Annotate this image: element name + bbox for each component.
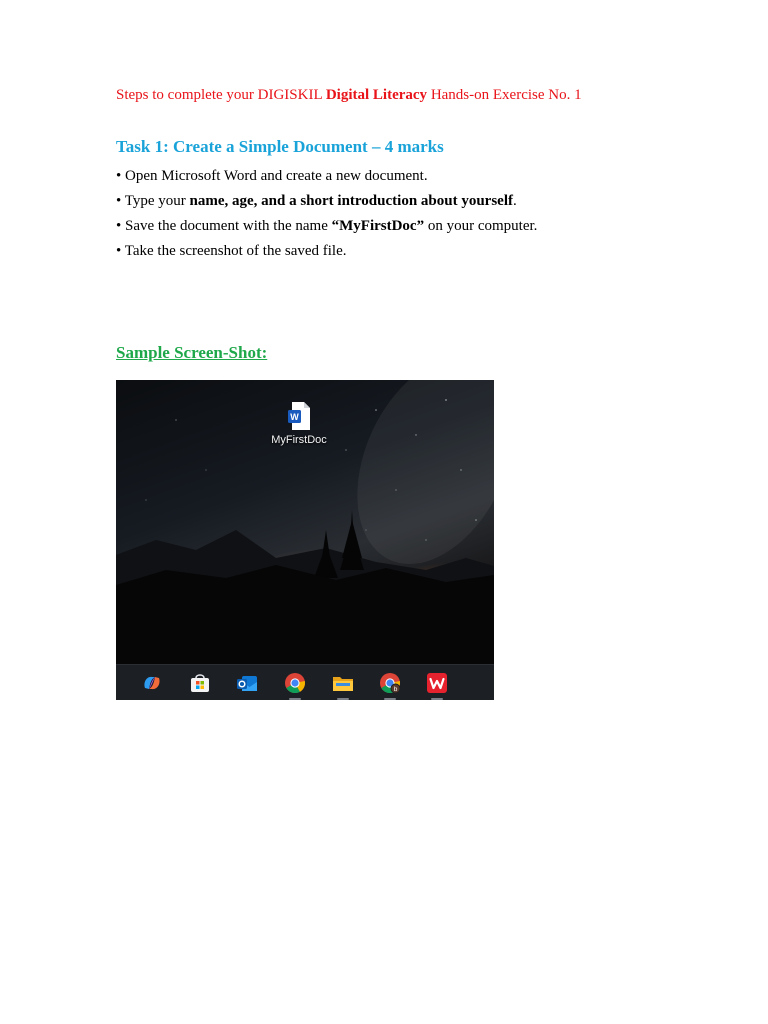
chrome-profile-running-indicator [384, 698, 396, 700]
copilot-icon[interactable] [141, 672, 163, 694]
chrome-running-indicator [289, 698, 301, 700]
task-title: Task 1: Create a Simple Document – 4 mar… [116, 137, 444, 156]
document-page: Steps to complete your DIGISKIL Digital … [0, 0, 768, 1024]
intro-bold: Digital Literacy [325, 87, 428, 103]
sample-title: Sample Screen-Shot: [116, 343, 268, 362]
bullet3-suffix: on your computer. [424, 218, 538, 234]
chrome-profile-icon[interactable]: b [379, 672, 401, 694]
profile-badge: b [394, 686, 398, 693]
taskbar: b [116, 664, 494, 700]
bullet3-prefix: • Save the document with the name [116, 218, 332, 234]
task-bullets: • Open Microsoft Word and create a new d… [116, 167, 537, 267]
bullet-save-document: • Save the document with the name “MyFir… [116, 217, 537, 242]
wps-running-indicator [431, 698, 443, 700]
bullet2-prefix: • Type your [116, 193, 190, 209]
word-document-icon: W [288, 402, 310, 430]
bullet2-suffix: . [513, 193, 517, 209]
intro-line: Steps to complete your DIGISKIL Digital … [116, 87, 582, 104]
bullet-type-info: • Type your name, age, and a short intro… [116, 192, 537, 217]
bullet-take-screenshot: • Take the screenshot of the saved file. [116, 243, 347, 259]
desktop-file-icon[interactable]: W MyFirstDoc [266, 402, 332, 446]
wps-office-icon[interactable] [426, 672, 448, 694]
outlook-icon[interactable] [236, 672, 258, 694]
microsoft-store-icon[interactable] [189, 672, 211, 694]
word-letter: W [290, 412, 299, 422]
explorer-running-indicator [337, 698, 349, 700]
bullet-open-word: • Open Microsoft Word and create a new d… [116, 168, 428, 184]
chrome-icon[interactable] [284, 672, 306, 694]
intro-suffix: Hands-on Exercise No. 1 [427, 87, 582, 103]
file-explorer-icon[interactable] [332, 672, 354, 694]
bullet2-bold: name, age, and a short introduction abou… [189, 193, 514, 209]
intro-prefix: Steps to complete your DIGISKIL [116, 87, 326, 103]
bullet3-bold: “MyFirstDoc” [331, 218, 425, 234]
sample-screenshot: W MyFirstDoc b [116, 380, 494, 700]
desktop-icon-label: MyFirstDoc [271, 434, 327, 446]
